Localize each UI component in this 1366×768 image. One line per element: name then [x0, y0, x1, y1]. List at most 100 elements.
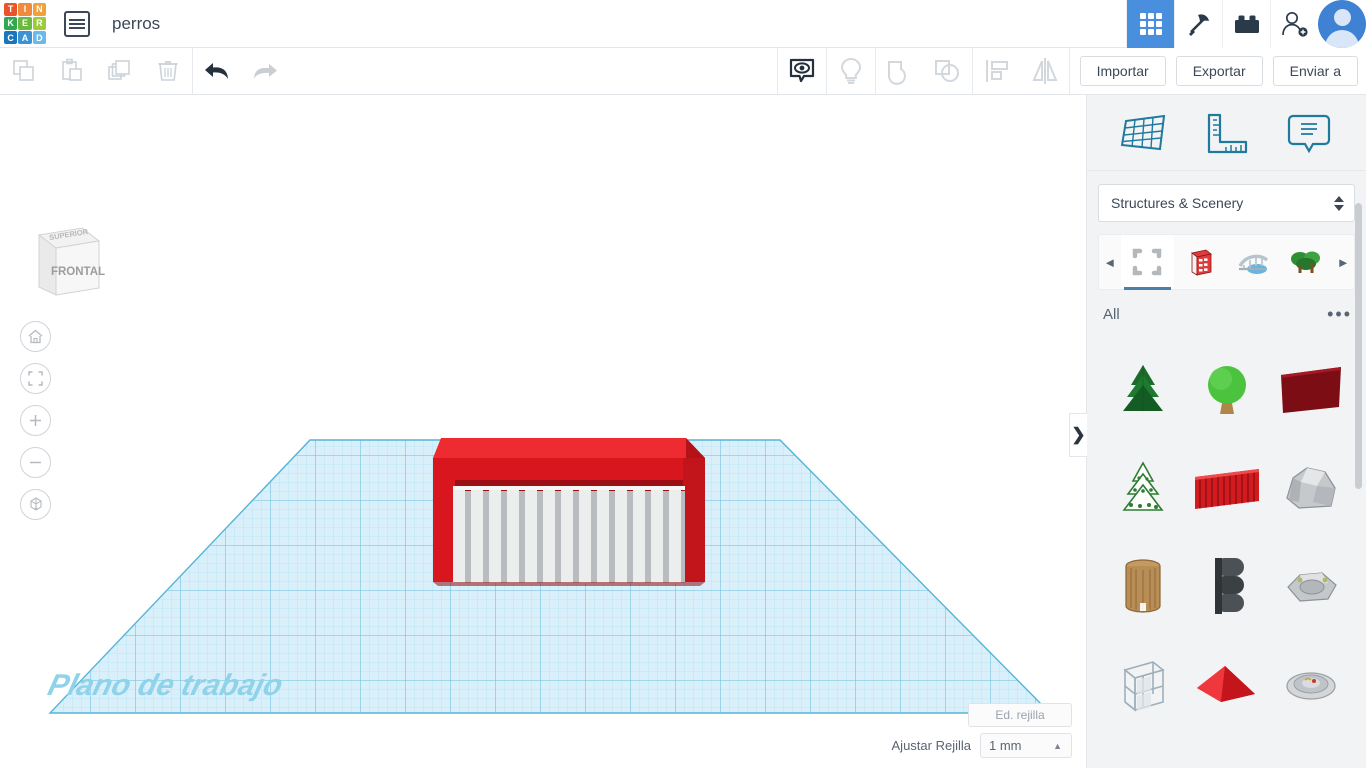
- shape-scaffold[interactable]: [1101, 636, 1185, 734]
- duplicate-button[interactable]: [96, 48, 144, 95]
- zoom-out-button[interactable]: [20, 447, 51, 478]
- more-options-button[interactable]: •••: [1327, 305, 1352, 323]
- shape-dark-red-wall[interactable]: [1269, 342, 1353, 440]
- model-panels: [453, 486, 685, 583]
- light-bulb-button[interactable]: [827, 48, 875, 95]
- redo-button[interactable]: [241, 48, 289, 95]
- grey-rock-icon: [1286, 467, 1336, 509]
- documents-list-icon[interactable]: [64, 10, 90, 37]
- shape-wood-barrel[interactable]: [1101, 538, 1185, 636]
- grid-plane-icon: [1120, 114, 1166, 150]
- show-hide-eye-button[interactable]: [778, 48, 826, 95]
- send-to-button[interactable]: Enviar a: [1272, 56, 1358, 86]
- copy-icon: [13, 60, 34, 81]
- fit-view-button[interactable]: [20, 363, 51, 394]
- workplane-tool[interactable]: [1116, 105, 1172, 161]
- tab-buildings[interactable]: [1174, 235, 1227, 289]
- shape-rock[interactable]: [1269, 440, 1353, 538]
- snap-grid-select[interactable]: 1 mm ▲: [980, 733, 1072, 758]
- box-view-icon: [29, 496, 42, 511]
- designs-grid-icon[interactable]: [1126, 0, 1174, 48]
- tab-bridges[interactable]: [1227, 235, 1280, 289]
- group-shapes-icon: [887, 61, 906, 85]
- workplane-label: Plano de trabajo: [45, 668, 287, 701]
- logo-letter-i: I: [18, 2, 32, 16]
- snowy-pine-icon: [1122, 461, 1164, 511]
- panel-collapse-button[interactable]: ❯: [1069, 413, 1087, 457]
- copy-button[interactable]: [0, 48, 48, 95]
- dark-red-plane-icon: [1281, 367, 1341, 413]
- chevron-updown-icon: [1334, 195, 1344, 211]
- top-bar: T I N K E R C A D perros: [0, 0, 1366, 48]
- notes-tool[interactable]: [1281, 105, 1337, 161]
- add-person-glyph: [1281, 11, 1308, 37]
- category-select-value: Structures & Scenery: [1111, 195, 1244, 211]
- logo-letter-n: N: [32, 2, 46, 16]
- pickaxe-glyph: [1188, 13, 1209, 36]
- category-prev-arrow[interactable]: ◄: [1099, 255, 1121, 270]
- bridge-icon: [1238, 254, 1269, 274]
- logo-letter-d: D: [32, 31, 46, 45]
- shape-snowy-pine[interactable]: [1101, 440, 1185, 538]
- zoom-in-button[interactable]: [20, 405, 51, 436]
- shape-orange-partial[interactable]: [1101, 734, 1185, 768]
- canvas-svg: Plano de trabajo: [45, 438, 1052, 714]
- view-cube[interactable]: SUPERIOR FRONTAL: [22, 213, 106, 305]
- delete-button[interactable]: [144, 48, 192, 95]
- shape-dark-column[interactable]: [1185, 538, 1269, 636]
- right-panel: ❯ Structures & Scenery ◄ ► All •••: [1069, 95, 1366, 768]
- shape-red-pyramid[interactable]: [1185, 636, 1269, 734]
- add-person-icon[interactable]: [1270, 0, 1318, 48]
- round-platform-icon: [1286, 672, 1336, 700]
- ungroup-button[interactable]: [924, 48, 972, 95]
- home-view-button[interactable]: [20, 321, 51, 352]
- red-pyramid-icon: [1197, 666, 1255, 702]
- ruler-tool[interactable]: [1198, 105, 1254, 161]
- align-button[interactable]: [973, 48, 1021, 95]
- category-next-arrow[interactable]: ►: [1332, 255, 1354, 270]
- tinkercad-logo[interactable]: T I N K E R C A D: [2, 1, 48, 47]
- import-button[interactable]: Importar: [1079, 56, 1166, 86]
- shape-round-tree[interactable]: [1185, 342, 1269, 440]
- perspective-toggle-button[interactable]: [20, 489, 51, 520]
- trees-icon: [1290, 251, 1320, 273]
- shape-pine-tree[interactable]: [1101, 342, 1185, 440]
- red-corrugated-icon: [1195, 469, 1259, 509]
- lego-brick-icon[interactable]: [1222, 0, 1270, 48]
- ungroup-shapes-icon: [934, 60, 959, 82]
- export-button[interactable]: Exportar: [1175, 56, 1263, 86]
- top-bar-right-actions: [1126, 0, 1366, 48]
- wood-barrel-icon: [1125, 559, 1161, 613]
- avatar[interactable]: [1318, 0, 1366, 48]
- main-toolbar: Importar Exportar Enviar a: [0, 48, 1366, 95]
- page-title: perros: [112, 13, 161, 33]
- shape-group-header: All •••: [1103, 302, 1352, 326]
- tab-trees[interactable]: [1279, 235, 1332, 289]
- tab-all-shapes[interactable]: [1120, 235, 1174, 290]
- shape-stone-platform[interactable]: [1269, 538, 1353, 636]
- view-nav-controls: [20, 321, 51, 520]
- logo-letter-k: K: [4, 16, 18, 31]
- category-tabs: ◄ ►: [1098, 234, 1355, 290]
- shape-round-platform[interactable]: [1269, 636, 1353, 734]
- shape-panel-scrollbar[interactable]: [1355, 203, 1362, 489]
- logo-letter-a: A: [18, 31, 32, 45]
- model-left-post: [433, 458, 455, 582]
- shape-group-label: All: [1103, 305, 1120, 323]
- paste-button[interactable]: [48, 48, 96, 95]
- building-icon: [1191, 249, 1212, 276]
- edit-grid-button[interactable]: Ed. rejilla: [968, 703, 1072, 727]
- mirror-button[interactable]: [1021, 48, 1069, 95]
- undo-button[interactable]: [193, 48, 241, 95]
- group-button[interactable]: [876, 48, 924, 95]
- codeblocks-pickaxe-icon[interactable]: [1174, 0, 1222, 48]
- fit-to-view-icon: [28, 371, 43, 386]
- model-roof-top: [433, 438, 705, 458]
- mirror-flip-icon: [1032, 58, 1058, 84]
- 3d-canvas[interactable]: Plano de trabajo SUPERIOR FRONTAL Ed. re…: [0, 95, 1086, 768]
- crop-frame-icon: [1132, 248, 1162, 276]
- shape-red-fence[interactable]: [1185, 440, 1269, 538]
- model-perrera[interactable]: [433, 438, 705, 586]
- category-select[interactable]: Structures & Scenery: [1098, 184, 1355, 222]
- light-bulb-icon: [840, 57, 861, 84]
